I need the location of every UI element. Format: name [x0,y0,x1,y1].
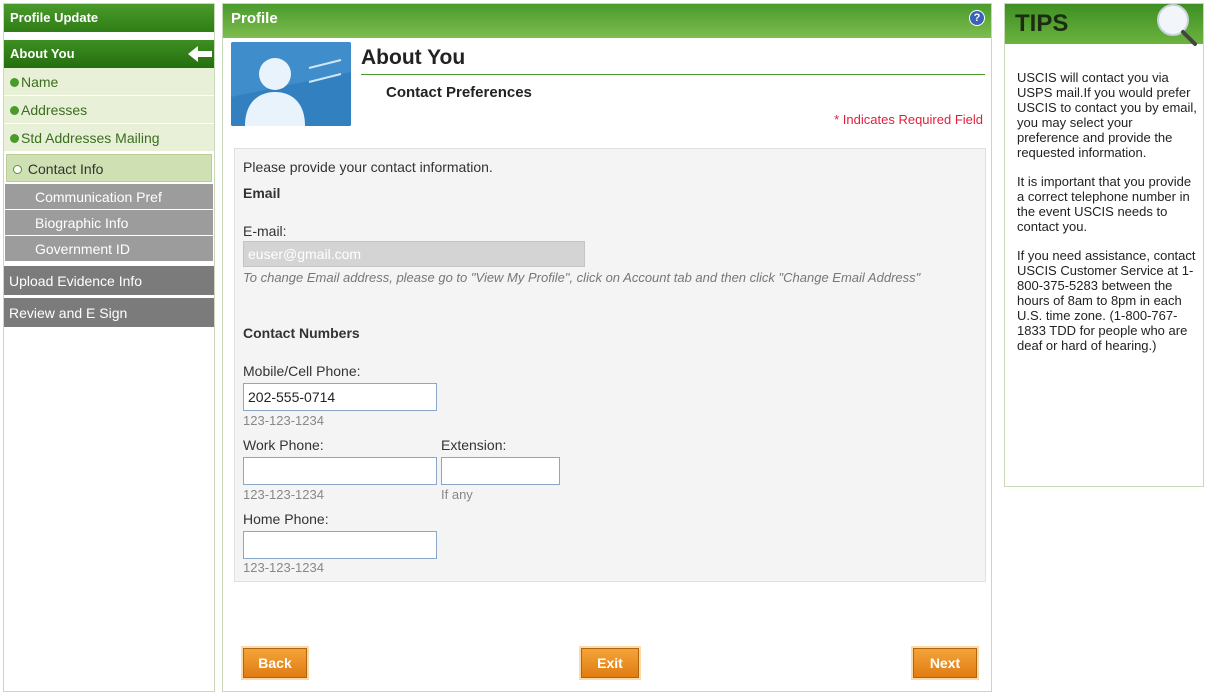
bullet-dot-icon [10,106,19,115]
sidebar-item-government-id[interactable]: Government ID [5,236,213,262]
work-phone-field[interactable] [243,457,437,485]
extension-field[interactable] [441,457,560,485]
help-icon[interactable]: ? [969,10,985,26]
email-field [243,241,585,267]
sidebar-item-label: Std Addresses Mailing [21,130,160,146]
sidebar-nav: Profile Update About You Name Addresses … [3,3,215,692]
page-subtitle: Contact Preferences [386,84,532,101]
next-button[interactable]: Next [913,648,977,678]
sidebar-item-communication-pref[interactable]: Communication Pref [5,184,213,210]
bullet-dot-icon [10,78,19,87]
sidebar-section-label: About You [10,46,75,61]
tips-panel: TIPS USCIS will contact you via USPS mai… [1004,3,1204,487]
title-divider [361,74,985,75]
bullet-dot-icon [10,134,19,143]
sidebar-item-upload-evidence[interactable]: Upload Evidence Info [4,266,214,296]
sidebar-item-label: Contact Info [27,161,104,177]
user-avatar-icon [231,42,351,126]
main-panel: Profile ? About You Contact Preferences … [222,3,992,692]
extension-label: Extension: [441,437,507,453]
mobile-phone-field[interactable] [243,383,437,411]
home-phone-field[interactable] [243,531,437,559]
contact-numbers-heading: Contact Numbers [243,325,360,341]
sidebar-item-name[interactable]: Name [4,68,214,96]
required-field-note: * Indicates Required Field [834,112,983,127]
email-label: E-mail: [243,223,287,239]
sidebar-section-about-you[interactable]: About You [4,40,214,68]
form-intro: Please provide your contact information. [243,159,493,175]
half-dot-icon [13,165,22,174]
work-phone-label: Work Phone: [243,437,324,453]
back-button[interactable]: Back [243,648,307,678]
sidebar-item-label: Addresses [21,102,88,118]
home-format-hint: 123-123-1234 [243,560,324,575]
back-arrow-icon [188,46,212,62]
panel-title: Profile [231,10,278,27]
sidebar-item-addresses[interactable]: Addresses [4,96,214,124]
mobile-label: Mobile/Cell Phone: [243,363,361,379]
tips-body: USCIS will contact you via USPS mail.If … [1005,44,1203,353]
sidebar-item-std-addresses-mailing[interactable]: Std Addresses Mailing [4,124,214,152]
tips-paragraph: If you need assistance, contact USCIS Cu… [1017,248,1196,353]
panel-header: Profile ? [223,4,991,38]
mobile-format-hint: 123-123-1234 [243,413,324,428]
tips-paragraph: It is important that you provide a corre… [1017,174,1192,234]
magnifier-icon [1157,4,1197,46]
home-phone-label: Home Phone: [243,511,329,527]
tips-header: TIPS [1005,4,1203,46]
tips-paragraph: USCIS will contact you via USPS mail.If … [1017,70,1197,160]
sidebar-title: Profile Update [4,4,214,32]
email-change-note: To change Email address, please go to "V… [243,270,921,285]
tips-title: TIPS [1015,10,1069,37]
email-heading: Email [243,185,281,201]
sidebar-item-review-esign[interactable]: Review and E Sign [4,298,214,328]
sidebar-item-label: Name [21,74,59,90]
extension-hint: If any [441,487,473,502]
sidebar-item-biographic-info[interactable]: Biographic Info [5,210,213,236]
work-format-hint: 123-123-1234 [243,487,324,502]
contact-form: Please provide your contact information.… [234,148,986,582]
exit-button[interactable]: Exit [581,648,639,678]
sidebar-item-contact-info[interactable]: Contact Info [6,154,212,182]
page-title: About You [361,46,466,69]
